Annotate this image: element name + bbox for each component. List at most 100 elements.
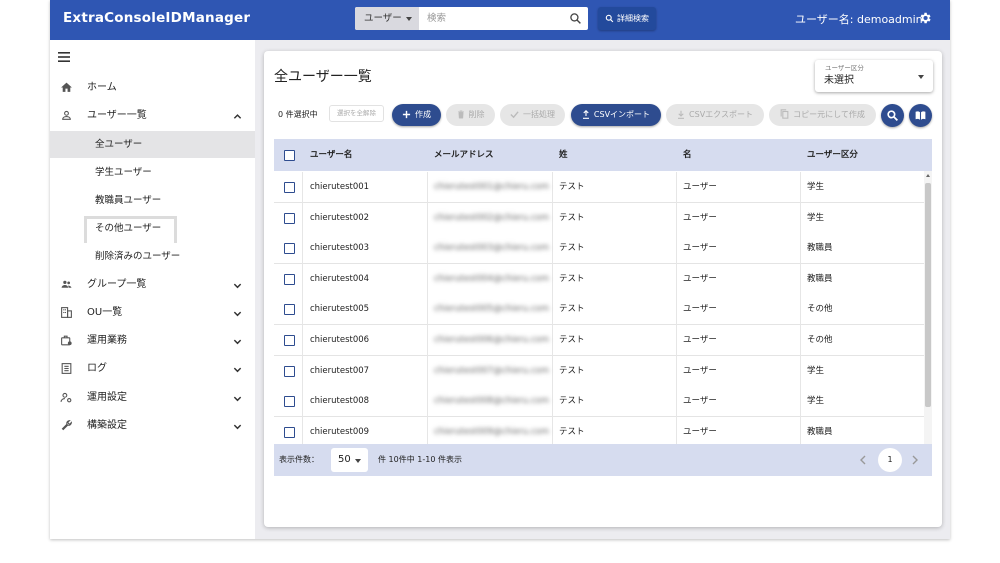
pagination-info: 件 10件中 1-10 件表示 (378, 455, 462, 464)
row-checkbox[interactable] (284, 273, 295, 285)
sidebar-item-group-list[interactable]: グループ一覧 (50, 272, 255, 298)
search-toggle-button[interactable] (881, 104, 904, 127)
column-divider (676, 355, 677, 387)
cell-last-name: テスト (559, 396, 585, 407)
column-divider (800, 172, 801, 203)
settings-people-icon (60, 392, 72, 403)
table-scrollbar[interactable] (924, 171, 932, 476)
row-checkbox[interactable] (284, 396, 295, 408)
page-number-button[interactable]: 1 (878, 448, 902, 472)
column-divider (676, 172, 677, 203)
sidebar-subitem-student-users[interactable]: 学生ユーザー (50, 159, 255, 186)
app-title: ExtraConsoleIDManager (63, 10, 251, 26)
bulk-process-label: 一括処理 (523, 110, 555, 119)
deselect-all-button[interactable]: 選択を全解除 (329, 105, 384, 122)
delete-button[interactable]: 削除 (446, 104, 495, 126)
chevron-right-icon[interactable] (910, 454, 920, 466)
sidebar-subitem-staff-users[interactable]: 教職員ユーザー (50, 187, 255, 214)
sidebar-item-home[interactable]: ホーム (50, 75, 255, 101)
select-all-checkbox[interactable] (284, 150, 295, 161)
per-page-label: 表示件数： (279, 455, 319, 464)
sidebar-item-build-settings[interactable]: 構築設定 (50, 413, 255, 439)
column-divider (427, 202, 428, 234)
hamburger-menu-icon[interactable] (58, 52, 70, 62)
group-icon (61, 280, 72, 288)
table-row[interactable]: chierutest005 chierutest005@chieru.com テスト… (274, 294, 924, 326)
table-row[interactable]: chierutest004 chierutest004@chieru.com テスト… (274, 263, 924, 295)
log-icon (61, 363, 72, 374)
copy-create-button[interactable]: コピー元にして作成 (769, 104, 876, 126)
search-type-select[interactable]: ユーザー (355, 7, 419, 30)
sidebar-item-logs[interactable]: ログ (50, 356, 255, 382)
cell-email: chierutest004@chieru.com (434, 273, 549, 284)
table-row[interactable]: chierutest006 chierutest006@chieru.com テスト… (274, 325, 924, 356)
csv-export-button[interactable]: CSVエクスポート (666, 104, 764, 126)
sidebar-subitem-all-users[interactable]: 全ユーザー (50, 131, 255, 158)
user-table: ユーザー名 メールアドレス 姓 名 ユーザー区分 chierutest001 ch… (274, 139, 932, 476)
cell-user-type: 教職員 (807, 273, 833, 284)
column-divider (800, 294, 801, 326)
column-header-first-name[interactable]: 名 (683, 139, 692, 171)
manual-button[interactable] (909, 104, 932, 127)
caret-down-icon (918, 75, 924, 79)
column-divider (676, 294, 677, 326)
advanced-search-button[interactable]: 詳細検索 (598, 7, 656, 30)
row-checkbox[interactable] (284, 182, 295, 193)
column-divider (800, 233, 801, 265)
column-divider (676, 263, 677, 295)
table-row[interactable]: chierutest002 chierutest002@chieru.com テスト… (274, 202, 924, 234)
search-icon (605, 14, 614, 23)
cell-last-name: テスト (559, 273, 585, 284)
row-checkbox[interactable] (284, 243, 295, 255)
cell-email: chierutest006@chieru.com (434, 335, 549, 345)
sidebar-item-operation-settings[interactable]: 運用設定 (50, 385, 255, 411)
table-row[interactable]: chierutest007 chierutest007@chieru.com テスト… (274, 355, 924, 387)
column-divider (552, 294, 553, 326)
scroll-up-icon[interactable] (926, 174, 930, 177)
search-box: ユーザー (355, 7, 588, 30)
chevron-down-icon (233, 396, 242, 402)
sidebar-item-ou-list[interactable]: OU一覧 (50, 300, 255, 326)
search-input[interactable] (419, 7, 564, 30)
column-header-user-type[interactable]: ユーザー区分 (807, 139, 858, 171)
table-row[interactable]: chierutest001 chierutest001@chieru.com テスト… (274, 172, 924, 203)
sidebar-subitem-deleted-users[interactable]: 削除済みのユーザー (50, 243, 255, 270)
column-header-username[interactable]: ユーザー名 (310, 139, 352, 171)
gear-icon[interactable] (918, 11, 932, 25)
table-row[interactable]: chierutest008 chierutest008@chieru.com テスト… (274, 386, 924, 418)
chevron-down-icon (233, 367, 242, 373)
create-button[interactable]: 作成 (392, 104, 441, 126)
chevron-down-icon (233, 424, 242, 430)
row-checkbox[interactable] (284, 365, 295, 377)
scroll-thumb[interactable] (925, 183, 931, 407)
row-checkbox[interactable] (284, 212, 295, 224)
cell-first-name: ユーザー (683, 273, 717, 284)
row-checkbox[interactable] (284, 304, 295, 316)
sidebar-subitem-label: 削除済みのユーザー (95, 251, 181, 262)
cell-email: chierutest002@chieru.com (434, 212, 549, 223)
chevron-left-icon[interactable] (858, 454, 868, 466)
csv-import-button[interactable]: CSVインポート (571, 104, 661, 126)
search-icon[interactable] (569, 12, 582, 25)
sidebar-item-user-list[interactable]: ユーザー一覧 (50, 103, 255, 129)
column-divider (800, 202, 801, 234)
per-page-select[interactable]: 50 (331, 448, 368, 472)
table-row[interactable]: chierutest003 chierutest003@chieru.com テスト… (274, 233, 924, 265)
column-divider (800, 355, 801, 387)
cell-email: chierutest007@chieru.com (434, 365, 549, 376)
person-icon (62, 110, 71, 120)
cell-last-name: テスト (559, 182, 585, 192)
sidebar-item-operations[interactable]: 運用業務 (50, 328, 255, 354)
column-header-email[interactable]: メールアドレス (434, 139, 494, 171)
row-checkbox[interactable] (284, 335, 295, 346)
column-divider (302, 233, 303, 265)
column-header-last-name[interactable]: 姓 (559, 139, 568, 171)
csv-export-label: CSVエクスポート (689, 110, 753, 119)
cell-username: chierutest003 (310, 243, 370, 254)
row-checkbox[interactable] (284, 426, 295, 438)
sidebar-subitem-other-users[interactable]: その他ユーザー (50, 215, 255, 243)
bulk-process-button[interactable]: 一括処理 (500, 104, 565, 126)
column-divider (427, 263, 428, 295)
column-divider (552, 355, 553, 387)
user-type-select[interactable]: ユーザー区分 未選択 (815, 60, 933, 92)
